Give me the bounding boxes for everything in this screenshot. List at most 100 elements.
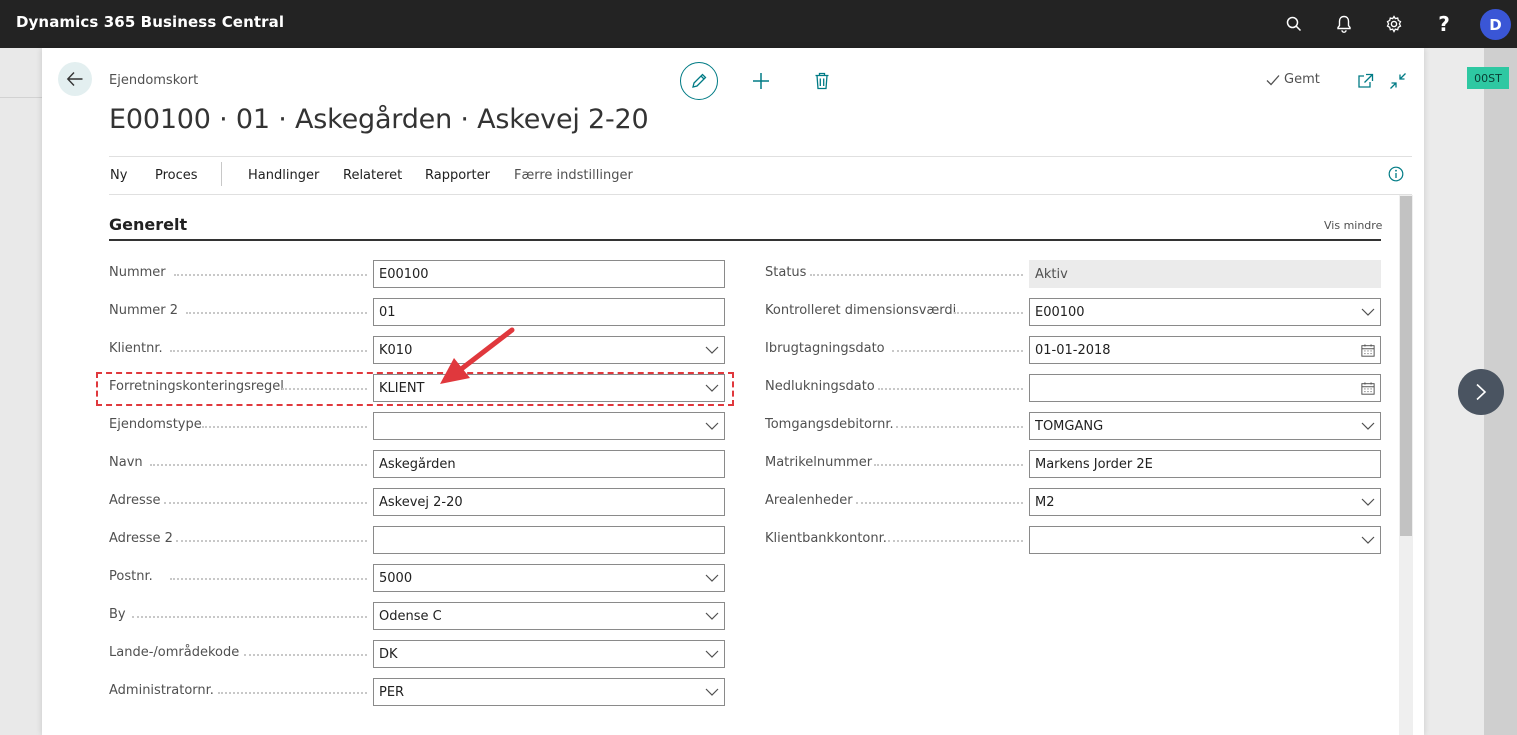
avatar[interactable]: D (1480, 9, 1511, 40)
chevron-down-icon (705, 647, 719, 661)
label-dots (150, 464, 367, 466)
saved-label: Gemt (1284, 72, 1320, 87)
administrator-dropdown[interactable]: PER (373, 678, 725, 706)
chevron-down-icon (705, 343, 719, 357)
dimension-value-dropdown[interactable]: E00100 (1029, 298, 1381, 326)
field-label: Administratornr. (109, 683, 214, 698)
bell-icon[interactable] (1332, 12, 1356, 36)
label-dots (856, 502, 1023, 504)
info-icon[interactable] (1388, 166, 1404, 182)
name-field[interactable]: Askegården (373, 450, 725, 478)
background-left (0, 48, 42, 735)
address-2-field[interactable] (373, 526, 725, 554)
chevron-down-icon (1361, 419, 1375, 433)
label-dots (170, 578, 367, 580)
chevron-down-icon (705, 685, 719, 699)
property-type-dropdown[interactable] (373, 412, 725, 440)
label-dots (810, 274, 1023, 276)
collapse-icon (1390, 73, 1406, 89)
field-label: Lande-/områdekode (109, 645, 240, 660)
menu-separator (221, 162, 222, 186)
number-2-field[interactable]: 01 (373, 298, 725, 326)
city-dropdown[interactable]: Odense C (373, 602, 725, 630)
menu-new[interactable]: Ny (110, 168, 127, 183)
menu-actions[interactable]: Handlinger (248, 168, 319, 183)
field-label: Ejendomstype (109, 417, 202, 432)
search-icon[interactable] (1282, 12, 1306, 36)
menu-reports[interactable]: Rapporter (425, 168, 490, 183)
client-bank-account-dropdown[interactable] (1029, 526, 1381, 554)
number-field[interactable]: E00100 (373, 260, 725, 288)
chevron-down-icon (705, 571, 719, 585)
chevron-right-icon (1476, 383, 1487, 401)
field-label: Adresse 2 (109, 531, 173, 546)
vacancy-debtor-dropdown[interactable]: TOMGANG (1029, 412, 1381, 440)
cadastral-number-field[interactable]: Markens Jorder 2E (1029, 450, 1381, 478)
delete-button[interactable] (810, 69, 834, 93)
action-bar-divider-bottom (109, 194, 1412, 195)
annotation-arrow-icon (440, 327, 515, 384)
label-dots (888, 540, 1023, 542)
field-label: Klientnr. (109, 341, 163, 356)
label-dots (174, 274, 367, 276)
check-icon (1266, 74, 1280, 85)
section-title[interactable]: Generelt (109, 215, 187, 234)
chevron-down-icon (705, 609, 719, 623)
field-label: Matrikelnummer (765, 455, 873, 470)
label-dots (896, 426, 1023, 428)
app-title[interactable]: Dynamics 365 Business Central (16, 13, 284, 31)
field-label: Kontrolleret dimensionsværdi (765, 303, 957, 318)
field-label: By (109, 607, 126, 622)
label-dots (244, 654, 367, 656)
field-label: Nedlukningsdato (765, 379, 875, 394)
top-bar: Dynamics 365 Business Central ? D (0, 0, 1517, 48)
status-field: Aktiv (1029, 260, 1381, 288)
edit-button[interactable] (680, 62, 718, 100)
calendar-icon[interactable] (1361, 381, 1375, 395)
menu-fewer-options[interactable]: Færre indstillinger (514, 168, 633, 183)
area-units-dropdown[interactable]: M2 (1029, 488, 1381, 516)
chevron-down-icon (1361, 533, 1375, 547)
commissioning-date-field[interactable]: 01-01-2018 (1029, 336, 1381, 364)
show-less-link[interactable]: Vis mindre (1324, 219, 1382, 232)
new-record-button[interactable] (749, 69, 773, 93)
action-bar-divider-top (109, 156, 1412, 157)
field-label: Nummer (109, 265, 166, 280)
field-label: Ibrugtagningsdato (765, 341, 885, 356)
closing-date-field[interactable] (1029, 374, 1381, 402)
label-dots (202, 426, 367, 428)
chevron-down-icon (1361, 305, 1375, 319)
chevron-down-icon (705, 419, 719, 433)
country-code-dropdown[interactable]: DK (373, 640, 725, 668)
menu-process[interactable]: Proces (155, 168, 198, 183)
postal-code-dropdown[interactable]: 5000 (373, 564, 725, 592)
label-dots (878, 388, 1023, 390)
plus-icon (753, 73, 769, 89)
scrollbar-thumb[interactable] (1400, 196, 1412, 536)
calendar-icon[interactable] (1361, 343, 1375, 357)
field-label: Nummer 2 (109, 303, 179, 318)
field-label: Navn (109, 455, 143, 470)
open-new-window-button[interactable] (1353, 69, 1377, 93)
page-title: E00100 · 01 · Askegården · Askevej 2-20 (109, 104, 649, 135)
field-label: Status (765, 265, 807, 280)
gear-icon[interactable] (1382, 12, 1406, 36)
trash-icon (815, 72, 829, 90)
collapse-button[interactable] (1386, 69, 1410, 93)
label-dots (132, 616, 367, 618)
background-divider (0, 97, 42, 98)
field-label: Arealenheder (765, 493, 853, 508)
client-no-dropdown[interactable]: K010 (373, 336, 725, 364)
help-icon[interactable]: ? (1432, 12, 1456, 36)
section-divider (109, 239, 1381, 241)
label-dots (186, 312, 367, 314)
chevron-down-icon (1361, 495, 1375, 509)
menu-related[interactable]: Relateret (343, 168, 402, 183)
label-dots (176, 540, 367, 542)
address-field[interactable]: Askevej 2-20 (373, 488, 725, 516)
next-record-button[interactable] (1458, 369, 1504, 415)
breadcrumb: Ejendomskort (109, 73, 199, 88)
arrow-left-icon (66, 72, 83, 86)
annotation-highlight-box (96, 372, 734, 406)
back-button[interactable] (58, 62, 92, 96)
